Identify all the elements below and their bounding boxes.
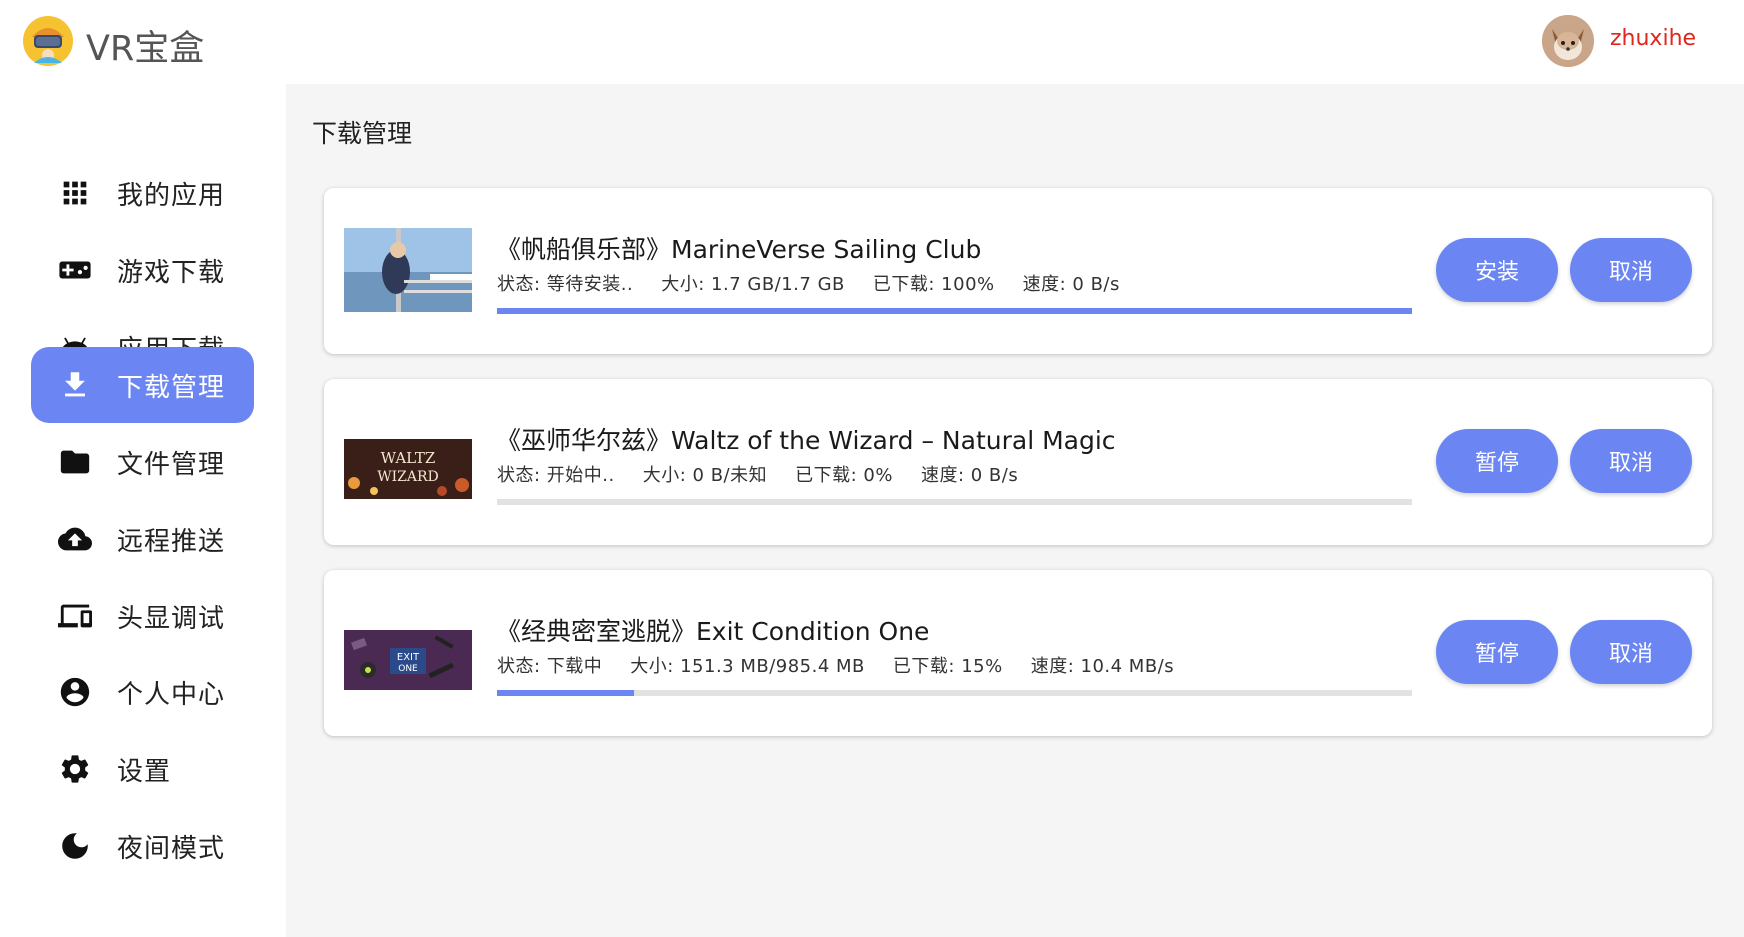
game-thumbnail: EXIT ONE [344, 610, 472, 694]
size-text: 大小: 1.7 GB/1.7 GB [661, 274, 845, 295]
status-text: 状态: 开始中.. [497, 465, 615, 486]
sidebar: 我的应用 游戏下载 应用下载 下载管理 文件管理 [0, 84, 286, 937]
status-text: 状态: 下载中 [497, 656, 603, 677]
download-card: 《帆船俱乐部》MarineVerse Sailing Club 状态: 等待安装… [324, 188, 1712, 354]
cancel-button[interactable]: 取消 [1570, 429, 1692, 493]
main-content: 下载管理 《帆船俱乐部》MarineVerse Sailing Club 状态:… [286, 84, 1744, 937]
sidebar-item-label: 游戏下载 [117, 257, 226, 288]
status-text: 状态: 等待安装.. [497, 274, 634, 295]
download-card: EXIT ONE 《经典密室逃脱》Exit Condition One 状态: … [324, 570, 1712, 736]
gamepad-icon [57, 252, 93, 288]
size-text: 大小: 151.3 MB/985.4 MB [630, 656, 865, 677]
app-window: VR宝盒 zhuxihe 我的应用 游戏下载 下载管理 文件管理 远程推送 头显… [0, 0, 1744, 937]
sidebar-item-label: 头显调试 [117, 603, 226, 634]
username[interactable]: zhuxihe [1610, 26, 1696, 51]
downloaded-text: 已下载: 0% [795, 465, 893, 486]
svg-text:WALTZ: WALTZ [381, 449, 436, 467]
speed-text: 速度: 0 B/s [1022, 274, 1120, 295]
gear-icon [57, 751, 93, 787]
svg-text:WIZARD: WIZARD [377, 469, 439, 485]
top-bar: VR宝盒 zhuxihe [0, 0, 1744, 84]
devices-icon [57, 598, 93, 634]
apps-grid-icon [57, 175, 93, 211]
sidebar-item-label: 我的应用 [117, 180, 226, 211]
progress-fill [497, 690, 635, 696]
download-info: 状态: 开始中.. 大小: 0 B/未知 已下载: 0% 速度: 0 B/s [497, 461, 1046, 487]
account-circle-icon [57, 674, 93, 710]
progress-bar [497, 690, 1412, 696]
sidebar-item-label: 下载管理 [117, 372, 226, 403]
download-info: 状态: 下载中 大小: 151.3 MB/985.4 MB 已下载: 15% 速… [497, 652, 1202, 678]
install-button[interactable]: 安装 [1436, 238, 1558, 302]
downloaded-text: 已下载: 100% [872, 274, 995, 295]
game-thumbnail: WALTZ WIZARD [344, 419, 472, 503]
sidebar-item-game-download[interactable]: 游戏下载 [31, 232, 254, 308]
svg-text:EXIT: EXIT [397, 652, 420, 663]
sidebar-item-label: 个人中心 [117, 679, 226, 710]
sidebar-item-my-apps[interactable]: 我的应用 [31, 155, 254, 231]
app-logo-icon [22, 15, 74, 67]
download-info: 状态: 等待安装.. 大小: 1.7 GB/1.7 GB 已下载: 100% 速… [497, 270, 1148, 296]
speed-text: 速度: 10.4 MB/s [1030, 656, 1175, 677]
sidebar-item-label: 远程推送 [117, 526, 226, 557]
progress-bar [497, 308, 1412, 314]
moon-icon [57, 828, 93, 864]
game-title: 《经典密室逃脱》Exit Condition One [496, 617, 930, 646]
app-title: VR宝盒 [86, 29, 205, 69]
sidebar-item-remote-push[interactable]: 远程推送 [31, 501, 254, 577]
sidebar-item-label: 文件管理 [117, 449, 226, 480]
page-title: 下载管理 [312, 119, 413, 148]
sidebar-item-profile[interactable]: 个人中心 [31, 654, 254, 730]
sidebar-item-settings[interactable]: 设置 [31, 731, 254, 807]
speed-text: 速度: 0 B/s [920, 465, 1019, 486]
cancel-button[interactable]: 取消 [1570, 238, 1692, 302]
pause-button[interactable]: 暂停 [1436, 620, 1558, 684]
game-title: 《巫师华尔兹》Waltz of the Wizard – Natural Mag… [496, 426, 1116, 455]
sidebar-item-night-mode[interactable]: 夜间模式 [31, 808, 254, 884]
download-icon [57, 367, 93, 403]
pause-button[interactable]: 暂停 [1436, 429, 1558, 493]
game-thumbnail [344, 228, 472, 312]
svg-text:ONE: ONE [398, 664, 418, 674]
downloaded-text: 已下载: 15% [892, 656, 1003, 677]
folder-icon [57, 444, 93, 480]
sidebar-item-download-manager[interactable]: 下载管理 [31, 347, 254, 423]
cloud-upload-icon [57, 521, 93, 557]
sidebar-item-label: 设置 [117, 756, 172, 787]
game-title: 《帆船俱乐部》MarineVerse Sailing Club [496, 235, 982, 264]
sidebar-item-label: 夜间模式 [117, 833, 226, 864]
progress-bar [497, 499, 1412, 505]
avatar[interactable] [1542, 15, 1594, 67]
sidebar-item-file-manager[interactable]: 文件管理 [31, 424, 254, 500]
progress-fill [497, 308, 1412, 314]
download-card: WALTZ WIZARD 《巫师华尔兹》Waltz of the Wizard … [324, 379, 1712, 545]
size-text: 大小: 0 B/未知 [642, 465, 768, 486]
sidebar-item-headset-debug[interactable]: 头显调试 [31, 578, 254, 654]
cancel-button[interactable]: 取消 [1570, 620, 1692, 684]
